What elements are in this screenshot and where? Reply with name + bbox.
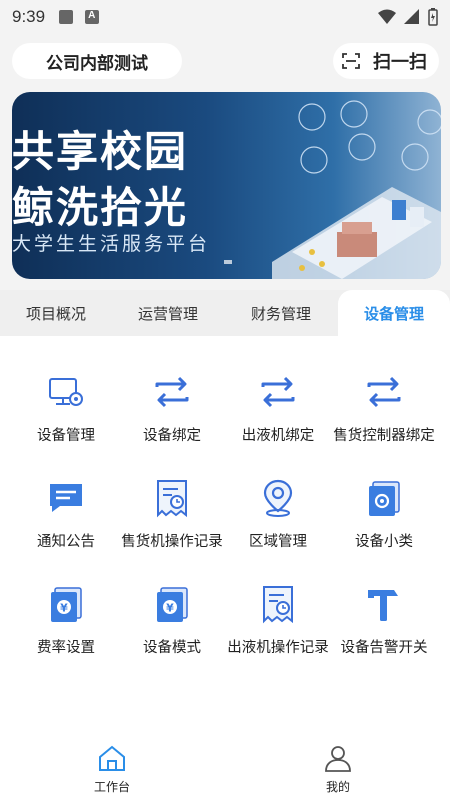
app-notification-icon [85,10,100,24]
monitor-gear-icon [49,378,83,406]
status-bar: 9:39 [0,0,450,34]
svg-text:¥: ¥ [60,602,68,615]
grid-item-device-binding[interactable]: 设备绑定 [116,372,228,462]
swap-arrows-icon [261,376,295,408]
grid-item-vending-log[interactable]: 售货机操作记录 [116,478,228,568]
nav-profile[interactable]: 我的 [298,744,378,795]
receipt-clock-icon [157,480,187,518]
grid-item-rate-settings[interactable]: ¥ 费率设置 [10,584,122,674]
swap-arrows-icon [367,376,401,408]
grid-item-notice[interactable]: 通知公告 [10,478,122,568]
grid-item-device-mode[interactable]: ¥ 设备模式 [116,584,228,674]
category-tabs: 项目概况 运营管理 财务管理 设备管理 [0,290,450,336]
tab-device-management[interactable]: 设备管理 [338,290,450,336]
grid-item-dispenser-binding[interactable]: 出液机绑定 [222,372,334,462]
swap-arrows-icon [155,376,189,408]
user-icon [325,746,351,772]
yen-card-icon: ¥ [157,587,188,622]
battery-icon [428,8,438,26]
wifi-icon [378,9,396,24]
location-pin-icon [263,479,293,517]
svg-text:¥: ¥ [166,602,174,615]
banner-headline-1: 共享校园 [12,127,189,176]
grid-item-device-management[interactable]: 设备管理 [10,372,122,462]
signal-icon [404,9,419,24]
campus-illustration [272,100,441,279]
grid-item-vending-controller-binding[interactable]: 售货控制器绑定 [328,372,440,462]
tab-project-overview[interactable]: 项目概况 [0,290,112,336]
status-time: 9:39 [12,7,46,26]
banner-indicator [224,260,232,264]
organization-name: 公司内部测试 [46,53,148,74]
bottom-navigation: 工作台 我的 [0,738,450,800]
tab-finance[interactable]: 财务管理 [224,290,338,336]
grid-item-dispenser-log[interactable]: 出液机操作记录 [222,584,334,674]
banner-headline-2: 鲸洗拾光 [12,183,189,232]
yen-card-icon: ¥ [51,587,82,622]
receipt-clock-icon [263,586,293,624]
tab-operations[interactable]: 运营管理 [112,290,224,336]
grid-item-alarm-switch[interactable]: 设备告警开关 [328,584,440,674]
promo-banner[interactable]: 共享校园 鲸洗拾光 大学生生活服务平台 [12,92,441,279]
cards-gear-icon [369,481,400,516]
grid-item-area-management[interactable]: 区域管理 [222,478,334,568]
home-icon [99,745,125,771]
scan-label: 扫一扫 [373,52,427,73]
nav-workbench[interactable]: 工作台 [72,744,152,795]
grid-item-device-subcategory[interactable]: 设备小类 [328,478,440,568]
scan-icon [342,53,360,69]
organization-selector[interactable]: 公司内部测试 [12,43,182,79]
banner-subtitle: 大学生生活服务平台 [12,233,211,255]
message-icon [50,484,82,512]
hammer-icon [368,590,398,621]
scan-button[interactable]: 扫一扫 [333,43,439,79]
image-notification-icon [59,10,74,24]
function-grid: 设备管理 设备绑定 出液机绑定 售货控制器绑定 通知公告 售货机操作记录 区域管… [0,336,450,738]
